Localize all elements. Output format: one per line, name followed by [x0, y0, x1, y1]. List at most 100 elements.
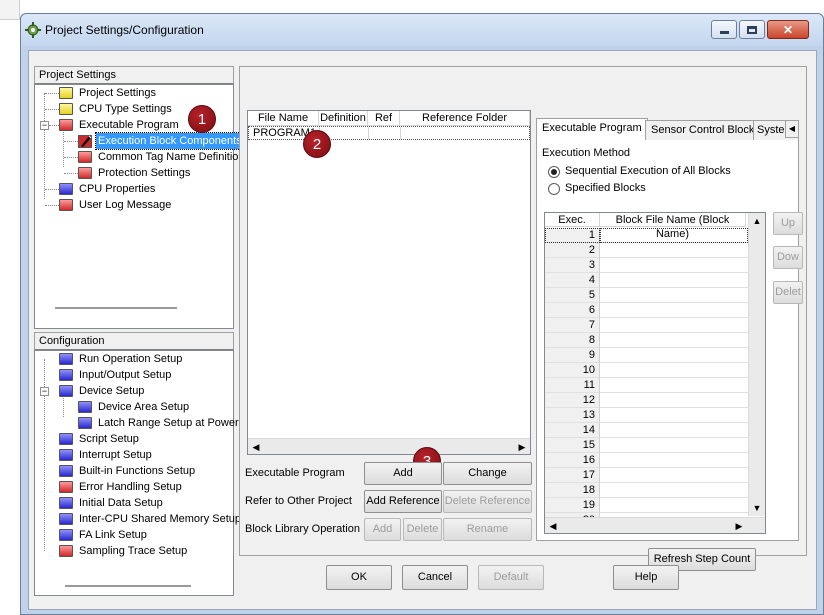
library-delete-button[interactable]: Delete [403, 518, 442, 541]
callout-badge-1: 1 [188, 105, 216, 133]
grid-row[interactable]: 17 [545, 468, 748, 483]
tab-sensor-control-block[interactable]: Sensor Control Block [645, 120, 761, 140]
block-file-name-cell[interactable] [600, 243, 748, 258]
column-header-reference-folder[interactable]: Reference Folder [400, 111, 530, 126]
scroll-left-icon[interactable]: ◀ [248, 439, 264, 455]
tree-scroll-indicator[interactable] [55, 307, 177, 309]
block-file-name-cell[interactable] [600, 363, 748, 378]
blue-folder-icon [59, 385, 73, 397]
delete-row-button[interactable]: Delet [773, 281, 803, 304]
grid-row[interactable]: 12 [545, 393, 748, 408]
list-horizontal-scrollbar[interactable]: ◀ ▶ [248, 438, 530, 454]
tab-executable-program[interactable]: Executable Program [536, 118, 648, 140]
default-button[interactable]: Default [478, 565, 544, 590]
tree-scroll-indicator[interactable] [65, 585, 191, 587]
scroll-left-icon[interactable]: ◀ [545, 518, 561, 534]
tree-connector [64, 157, 78, 158]
move-down-button[interactable]: Dow [773, 246, 803, 269]
execution-order-grid[interactable]: Exec. Order Block File Name (Block Name)… [544, 212, 766, 534]
column-header-exec-order[interactable]: Exec. Order [545, 213, 600, 240]
grid-row[interactable]: 19 [545, 498, 748, 513]
cancel-button[interactable]: Cancel [402, 565, 468, 590]
callout-badge-2: 2 [303, 130, 331, 158]
ok-button[interactable]: OK [326, 565, 392, 590]
grid-row[interactable]: 8 [545, 333, 748, 348]
close-button[interactable]: ✕ [767, 20, 809, 39]
grid-row[interactable]: 14 [545, 423, 748, 438]
tree-item-label: Error Handling Setup [79, 481, 182, 493]
grid-horizontal-scrollbar[interactable]: ◀ ▶ [545, 517, 765, 533]
delete-reference-button[interactable]: Delete Reference [443, 490, 532, 513]
red-folder-icon [59, 481, 73, 493]
collapse-toggle[interactable]: − [40, 121, 49, 130]
block-file-name-cell[interactable] [600, 393, 748, 408]
block-file-name-cell[interactable] [600, 483, 748, 498]
block-file-name-cell[interactable] [600, 333, 748, 348]
radio-sequential-label: Sequential Execution of All Blocks [565, 165, 731, 177]
block-file-name-cell[interactable] [600, 228, 748, 243]
scroll-down-icon[interactable]: ▼ [749, 500, 765, 516]
grid-row[interactable]: 11 [545, 378, 748, 393]
grid-row[interactable]: 1 [545, 228, 748, 243]
block-file-name-cell[interactable] [600, 408, 748, 423]
column-header-file-name[interactable]: File Name [248, 111, 319, 126]
tab-scroll-arrows[interactable]: ◀ [785, 120, 799, 138]
add-reference-button[interactable]: Add Reference [364, 490, 442, 513]
tree-item-label: Common Tag Name Definitions [98, 151, 251, 163]
column-header-ref[interactable]: Ref [368, 111, 400, 126]
help-button[interactable]: Help [613, 565, 679, 590]
maximize-button[interactable] [739, 20, 765, 39]
grid-vertical-scrollbar[interactable]: ▲ ▼ [748, 213, 765, 516]
library-rename-button[interactable]: Rename [443, 518, 532, 541]
radio-specified-label: Specified Blocks [565, 182, 646, 194]
grid-row[interactable]: 7 [545, 318, 748, 333]
block-file-name-cell[interactable] [600, 258, 748, 273]
block-file-name-cell[interactable] [600, 468, 748, 483]
block-file-name-cell[interactable] [600, 288, 748, 303]
move-up-button[interactable]: Up [773, 212, 803, 235]
block-file-name-cell[interactable] [600, 273, 748, 288]
column-header-definition[interactable]: Definition [319, 111, 368, 126]
tree-connector [45, 189, 59, 190]
block-file-name-cell[interactable] [600, 438, 748, 453]
block-file-name-cell[interactable] [600, 303, 748, 318]
block-file-name-cell[interactable] [600, 423, 748, 438]
scroll-right-icon[interactable]: ▶ [731, 518, 747, 534]
block-file-name-cell[interactable] [600, 498, 748, 513]
blue-folder-icon [59, 529, 73, 541]
block-file-name-cell[interactable] [600, 348, 748, 363]
collapse-toggle[interactable]: − [40, 387, 49, 396]
grid-row[interactable]: 10 [545, 363, 748, 378]
grid-row[interactable]: 15 [545, 438, 748, 453]
grid-row[interactable]: 9 [545, 348, 748, 363]
grid-row[interactable]: 6 [545, 303, 748, 318]
table-row[interactable]: PROGRAM1 [248, 126, 530, 140]
scroll-right-icon[interactable]: ▶ [514, 439, 530, 455]
grid-row[interactable]: 4 [545, 273, 748, 288]
scroll-up-icon[interactable]: ▲ [749, 213, 765, 229]
grid-row[interactable]: 16 [545, 453, 748, 468]
grid-row[interactable]: 13 [545, 408, 748, 423]
program-file-list[interactable]: File Name Definition Ref Reference Folde… [247, 110, 531, 455]
block-file-name-cell[interactable] [600, 453, 748, 468]
tree-connector [64, 141, 78, 142]
title-bar[interactable]: Project Settings/Configuration ✕ [21, 14, 823, 46]
block-file-name-cell[interactable] [600, 378, 748, 393]
block-file-name-cell[interactable] [600, 318, 748, 333]
library-add-button[interactable]: Add [364, 518, 401, 541]
settings-gear-icon [25, 22, 41, 38]
column-header-block-file-name[interactable]: Block File Name (Block Name) [600, 213, 746, 240]
configuration-tree[interactable]: Run Operation Setup Input/Output Setup −… [34, 350, 241, 596]
configuration-header: Configuration [34, 332, 234, 350]
minimize-button[interactable] [711, 20, 737, 39]
blue-folder-icon [59, 465, 73, 477]
add-program-button[interactable]: Add [364, 462, 442, 485]
change-program-button[interactable]: Change [443, 462, 532, 485]
grid-row[interactable]: 3 [545, 258, 748, 273]
grid-row[interactable]: 18 [545, 483, 748, 498]
radio-button [548, 183, 560, 195]
grid-row[interactable]: 5 [545, 288, 748, 303]
project-settings-header: Project Settings [34, 66, 234, 84]
grid-row[interactable]: 2 [545, 243, 748, 258]
close-icon: ✕ [782, 22, 794, 37]
